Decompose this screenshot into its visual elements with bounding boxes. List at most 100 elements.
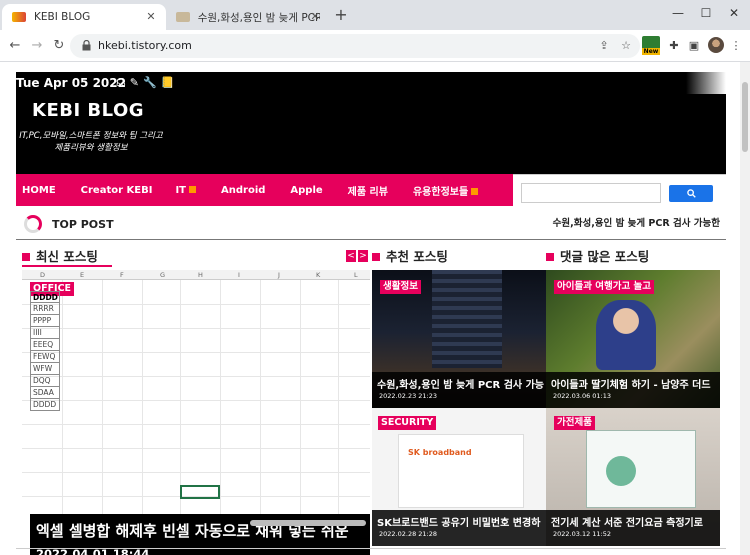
category-tag[interactable]: 아이들과 여행가고 놀고 [554, 280, 655, 294]
search-input[interactable] [521, 183, 661, 203]
share-icon[interactable]: ⇪ [597, 39, 611, 53]
bookmark-star-icon[interactable]: ☆ [619, 39, 633, 53]
card-title[interactable]: 수원,화성,용인 밤 늦게 PCR 검사 가능 [377, 376, 544, 391]
new-tab-button[interactable]: + [332, 7, 350, 25]
grid-line [22, 352, 370, 353]
close-tab-icon[interactable]: ✕ [144, 10, 158, 24]
square-bullet-icon [372, 253, 380, 261]
column-letter: D [40, 271, 46, 279]
router-screenshot [398, 434, 524, 508]
extensions-puzzle-icon[interactable]: ✚ [666, 38, 682, 54]
extension-new-icon[interactable]: New [642, 36, 660, 55]
post-card[interactable]: SK broadband SECURITY SK브로드밴드 공유기 비밀번호 변… [372, 408, 546, 546]
post-card[interactable]: 아이들과 여행가고 놀고 아이들과 딸기체험 하기 - 남양주 더드 2022.… [546, 270, 720, 408]
sheet-cell: DDDD [30, 291, 60, 303]
card-date: 2022.02.23 21:23 [379, 392, 438, 400]
category-tag[interactable]: SECURITY [378, 416, 437, 430]
sheet-column-header: D E F G H I J K L [22, 270, 370, 280]
menu-useful-info[interactable]: 유용한정보들 [395, 183, 485, 198]
post-card[interactable]: 생활정보 수원,화성,용인 밤 늦게 PCR 검사 가능 2022.02.23 … [372, 270, 546, 408]
browser-toolbar: ← → ↻ hkebi.tistory.com ⇪ ☆ New ✚ ▣ ⋮ [0, 30, 750, 62]
new-badge-icon [189, 186, 196, 193]
prev-arrow-button[interactable]: < [346, 250, 356, 262]
sheet-scrollbar[interactable] [250, 520, 366, 526]
blog-logo[interactable]: KEBI BLOG [32, 100, 144, 121]
category-tag[interactable]: 가전제품 [554, 416, 595, 430]
top-post-ticker[interactable]: 수원,화성,용인 밤 늦게 PCR 검사 가능한 [553, 215, 720, 229]
card-date: 2022.03.12 11:52 [553, 530, 612, 538]
sheet-cell: RRRR [30, 303, 60, 315]
sheet-cell: FEWQ [30, 351, 60, 363]
menu-apple[interactable]: Apple [272, 185, 329, 196]
card-caption: SK브로드밴드 공유기 비밀번호 변경하 2022.02.28 21:28 [372, 510, 546, 546]
menu-kebab-icon[interactable]: ⋮ [728, 38, 744, 54]
card-title[interactable]: 아이들과 딸기체험 하기 - 남양주 더드 [551, 376, 711, 391]
blog-header: Tue Apr 05 2022 ☊✎🔧📒 KEBI BLOG IT,PC,모바일… [16, 72, 726, 174]
card-caption: 수원,화성,용인 밤 늦게 PCR 검사 가능 2022.02.23 21:23 [372, 372, 546, 408]
card-title[interactable]: 전기세 계산 서준 전기요금 측정기로 [551, 514, 703, 529]
section-latest: 최신 포스팅 [22, 246, 98, 265]
square-bullet-icon [546, 253, 554, 261]
grid-line [142, 280, 143, 532]
sheet-cell: DDDD [30, 399, 60, 411]
search-icon [686, 189, 696, 198]
blog-description: IT,PC,모바일,스마트폰 정보와 팁 그리고 제품리뷰와 생활정보 [19, 131, 163, 153]
browser-tabstrip: KEBI BLOG ✕ 수원,화성,용인 밤 늦게 PCR 검사 ✕ + — ☐… [0, 0, 750, 30]
grid-line [22, 400, 370, 401]
close-tab-icon[interactable]: ✕ [308, 10, 322, 24]
menu-product-review[interactable]: 제품 리뷰 [330, 183, 395, 198]
card-date: 2022.02.28 21:28 [379, 530, 438, 538]
sheet-cell: PPPP [30, 315, 60, 327]
menu-android[interactable]: Android [203, 185, 272, 196]
main-menu: HOME Creator KEBI IT Android Apple 제품 리뷰… [16, 174, 513, 206]
grid-line [22, 304, 370, 305]
profile-avatar[interactable] [708, 37, 724, 53]
tab-pcr-post[interactable]: 수원,화성,용인 밤 늦게 PCR 검사 ✕ [166, 4, 330, 30]
section-most-commented-label: 댓글 많은 포스팅 [560, 249, 650, 264]
column-letter: J [278, 271, 280, 279]
page-scroll-thumb[interactable] [742, 82, 748, 152]
top-post-bar: TOP POST 수원,화성,용인 밤 늦게 PCR 검사 가능한 [16, 212, 726, 240]
minimize-button[interactable]: — [668, 3, 688, 23]
child-photo [596, 300, 656, 370]
web-page: Tue Apr 05 2022 ☊✎🔧📒 KEBI BLOG IT,PC,모바일… [0, 62, 740, 555]
back-button[interactable]: ← [6, 37, 24, 55]
latest-post-card[interactable]: D E F G H I J K L OFFICE DDDD RRRR PPPP … [22, 270, 370, 532]
grid-line [22, 376, 370, 377]
top-post-label: TOP POST [52, 218, 114, 231]
column-letter: K [316, 271, 321, 279]
next-arrow-button[interactable]: > [358, 250, 368, 262]
post-card[interactable]: 가전제품 전기세 계산 서준 전기요금 측정기로 2022.03.12 11:5… [546, 408, 720, 546]
building-image [432, 270, 502, 368]
ext-new-badge: New [642, 48, 660, 55]
menu-it-label: IT [175, 184, 186, 196]
section-latest-underline [22, 265, 112, 267]
address-bar[interactable]: hkebi.tistory.com ⇪ ☆ [70, 34, 640, 58]
section-recommended: 추천 포스팅 [372, 246, 448, 265]
menu-home[interactable]: HOME [16, 185, 63, 196]
square-bullet-icon [22, 253, 30, 261]
sheet-cell: DQQ [30, 375, 60, 387]
close-window-button[interactable]: ✕ [724, 3, 744, 23]
column-letter: E [80, 271, 85, 279]
side-panel-icon[interactable]: ▣ [686, 38, 702, 54]
search-button[interactable] [669, 185, 713, 202]
forward-button[interactable]: → [28, 37, 46, 55]
sheet-cell: IIII [30, 327, 60, 339]
column-letter: G [160, 271, 166, 279]
column-letter: F [120, 271, 124, 279]
loading-spinner-icon [24, 215, 42, 233]
menu-creator-kebi[interactable]: Creator KEBI [63, 185, 160, 196]
post-favicon-icon [176, 12, 190, 22]
tab-kebi-blog[interactable]: KEBI BLOG ✕ [2, 4, 166, 30]
rss-icon[interactable]: ☊✎🔧📒 [116, 76, 178, 89]
column-letter: H [198, 271, 203, 279]
sheet-cells: DDDD RRRR PPPP IIII EEEQ FEWQ WFW DQQ SD… [30, 291, 60, 411]
url-text: hkebi.tistory.com [98, 39, 192, 52]
page-bottom-rule [16, 548, 726, 549]
card-title[interactable]: SK브로드밴드 공유기 비밀번호 변경하 [377, 514, 540, 529]
maximize-button[interactable]: ☐ [696, 3, 716, 23]
reload-button[interactable]: ↻ [50, 37, 68, 55]
menu-it[interactable]: IT [159, 185, 203, 196]
category-tag[interactable]: 생활정보 [380, 280, 421, 294]
